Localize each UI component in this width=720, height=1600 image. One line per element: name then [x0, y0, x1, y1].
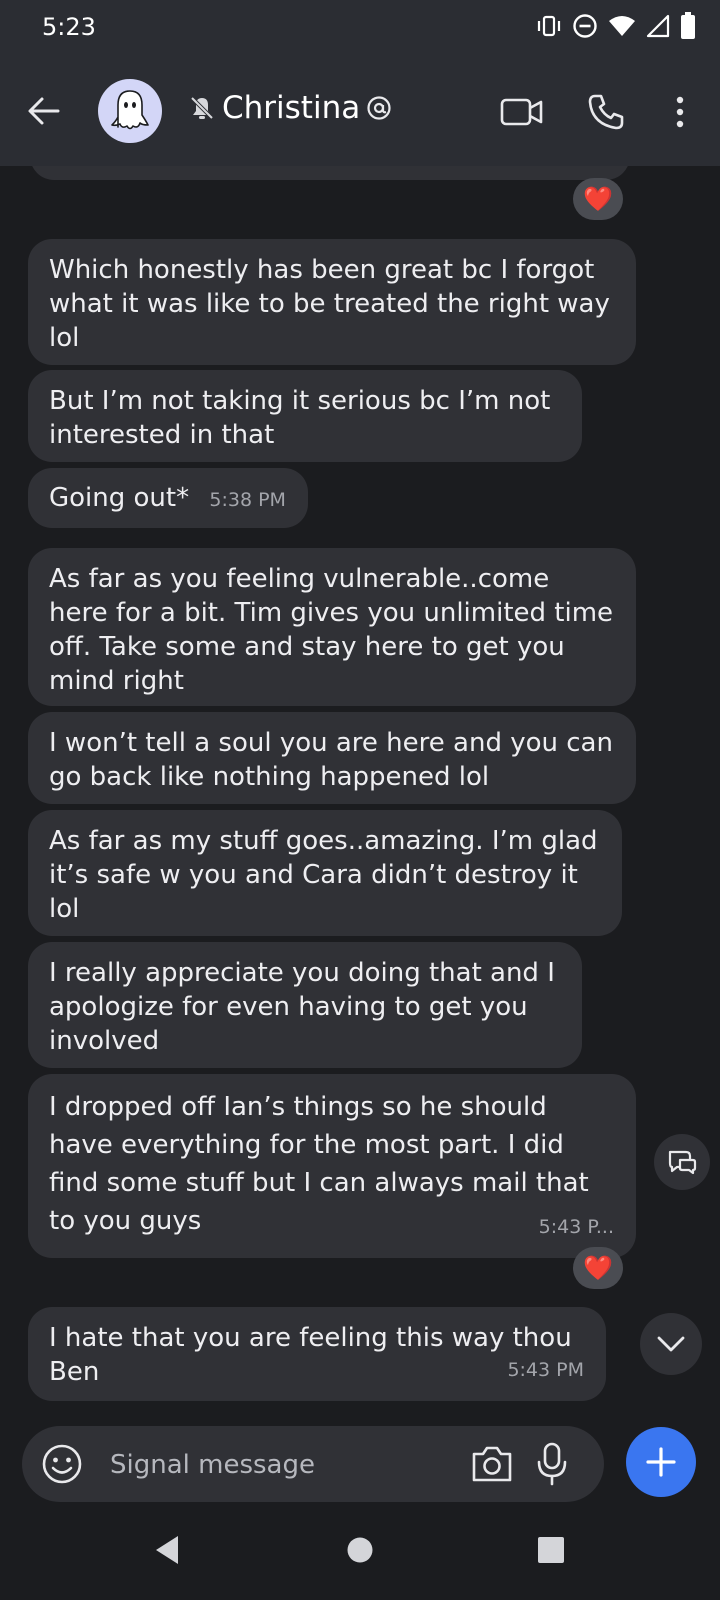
- heart-reaction-emoji: ❤️: [583, 1254, 613, 1282]
- plus-icon: [646, 1447, 676, 1477]
- message-text: I won’t tell a soul you are here and you…: [49, 728, 613, 792]
- message-input[interactable]: [108, 1426, 472, 1504]
- back-arrow-icon: [28, 97, 60, 125]
- nav-home-icon: [347, 1537, 373, 1563]
- wifi-icon: [609, 16, 635, 36]
- message-text: Going out*: [49, 483, 190, 513]
- battery-icon: [681, 12, 695, 39]
- emoji-icon: [42, 1444, 82, 1484]
- quote-reply-icon: [668, 1150, 697, 1175]
- voice-call-button[interactable]: [582, 88, 630, 136]
- partial-message-bubble[interactable]: [30, 166, 630, 180]
- nav-back-button[interactable]: [148, 1530, 188, 1570]
- system-nav-bar: [0, 1510, 720, 1600]
- message-bubble[interactable]: As far as you feeling vulnerable..come h…: [28, 548, 636, 706]
- message-bubble[interactable]: I won’t tell a soul you are here and you…: [28, 712, 636, 804]
- chevron-down-icon: [657, 1336, 685, 1352]
- emoji-button[interactable]: [40, 1442, 84, 1486]
- message-bubble[interactable]: But I’m not taking it serious bc I’m not…: [28, 370, 582, 462]
- heart-reaction-emoji: ❤️: [583, 185, 613, 213]
- message-text: I dropped off Ian’s things so he should …: [49, 1092, 589, 1236]
- message-bubble[interactable]: Going out* 5:38 PM: [28, 468, 308, 528]
- message-bubble[interactable]: I hate that you are feeling this way tho…: [28, 1307, 606, 1401]
- message-text: As far as my stuff goes..amazing. I’m gl…: [49, 826, 598, 924]
- message-bubble[interactable]: I dropped off Ian’s things so he should …: [28, 1074, 636, 1258]
- contact-name: Christina: [222, 90, 361, 126]
- heart-reaction[interactable]: ❤️: [573, 178, 623, 220]
- message-text: I really appreciate you doing that and I…: [49, 958, 555, 1056]
- nav-recents-icon: [538, 1537, 564, 1563]
- attach-button[interactable]: [626, 1427, 696, 1497]
- phone-icon: [588, 94, 624, 130]
- voice-note-button[interactable]: [534, 1441, 570, 1489]
- conversation-header: Christina: [0, 56, 720, 166]
- message-text: Which honestly has been great bc I forgo…: [49, 255, 610, 353]
- message-text: But I’m not taking it serious bc I’m not…: [49, 386, 551, 450]
- message-text: As far as you feeling vulnerable..come h…: [49, 564, 614, 696]
- message-text: I hate that you are feeling this way tho…: [49, 1323, 572, 1387]
- video-call-icon: [500, 98, 543, 126]
- message-timestamp: 5:43 PM: [507, 1359, 584, 1381]
- message-bubble[interactable]: Which honestly has been great bc I forgo…: [28, 239, 636, 365]
- quote-reply-button[interactable]: [654, 1134, 710, 1190]
- message-list[interactable]: ❤️ Which honestly has been great bc I fo…: [0, 166, 720, 1410]
- mention-icon: [367, 96, 391, 120]
- dnd-icon: [573, 14, 597, 38]
- composer-area: [0, 1410, 720, 1510]
- camera-button[interactable]: [470, 1443, 514, 1487]
- camera-icon: [472, 1446, 512, 1482]
- heart-reaction[interactable]: ❤️: [573, 1247, 623, 1289]
- signal-icon: [646, 14, 670, 38]
- nav-home-button[interactable]: [340, 1530, 380, 1570]
- muted-bell-icon: [190, 96, 214, 120]
- message-bubble[interactable]: I really appreciate you doing that and I…: [28, 942, 582, 1068]
- nav-back-icon: [156, 1536, 178, 1564]
- avatar[interactable]: [98, 79, 162, 143]
- status-time: 5:23: [42, 13, 96, 41]
- more-options-button[interactable]: [656, 88, 704, 136]
- vibrate-icon: [537, 15, 561, 37]
- status-icons: [536, 12, 696, 40]
- ghost-avatar-icon: [111, 90, 149, 130]
- nav-recents-button[interactable]: [531, 1530, 571, 1570]
- message-timestamp: 5:38 PM: [209, 489, 286, 511]
- status-bar: 5:23: [0, 0, 720, 56]
- video-call-button[interactable]: [498, 88, 546, 136]
- contact-title[interactable]: Christina: [188, 90, 392, 126]
- back-button[interactable]: [24, 91, 72, 131]
- message-timestamp: 5:43 P...: [538, 1216, 614, 1238]
- message-composer: [22, 1426, 604, 1504]
- scroll-to-bottom-button[interactable]: [640, 1313, 702, 1375]
- more-vert-icon: [676, 96, 684, 128]
- message-bubble[interactable]: As far as my stuff goes..amazing. I’m gl…: [28, 810, 622, 936]
- mic-icon: [537, 1442, 567, 1486]
